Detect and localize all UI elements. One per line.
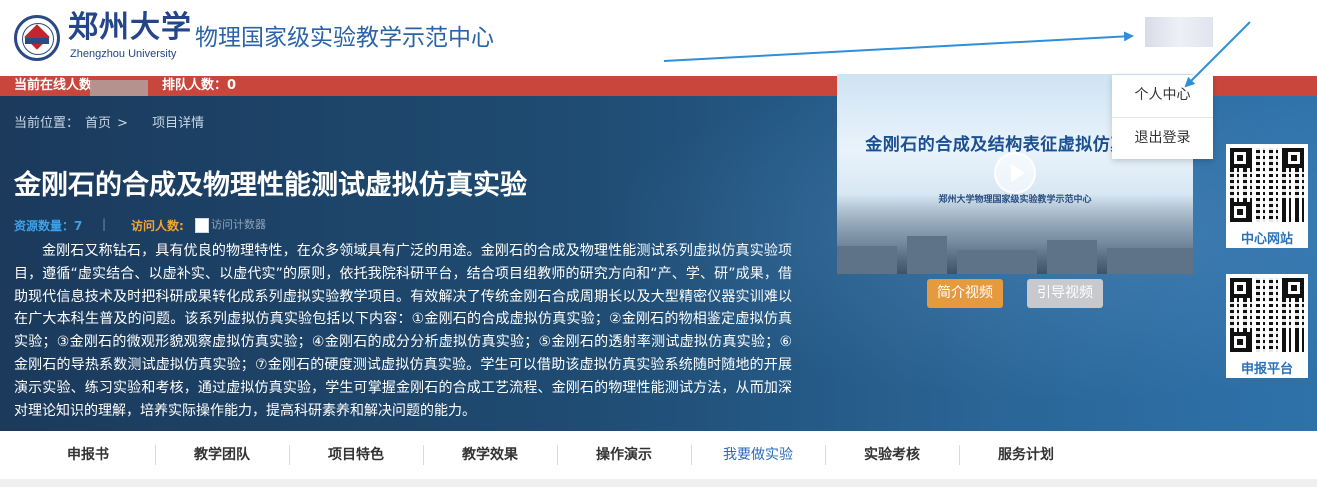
tab-do-experiment[interactable]: 我要做实验 — [691, 431, 825, 479]
breadcrumb: 当前位置： 首页 > 项目详情 — [14, 116, 210, 132]
qr-finder — [1230, 148, 1250, 168]
guide-video-button[interactable]: 引导视频 — [1027, 279, 1103, 308]
visit-counter-image: 访问计数器 — [195, 216, 283, 231]
intro-video-button[interactable]: 简介视频 — [927, 279, 1003, 308]
online-count-label: 当前在线人数 — [14, 78, 93, 93]
queue-count: 排队人数：0 — [162, 78, 237, 93]
qr-finder — [1230, 332, 1250, 352]
nav-bottom-strip — [0, 479, 1317, 487]
user-account-blurred[interactable] — [1145, 17, 1213, 47]
video-skyline-building — [1047, 240, 1097, 274]
apply-platform-label: 申报平台 — [1240, 362, 1293, 377]
site-title[interactable]: 物理国家级实验教学示范中心 — [195, 22, 494, 54]
video-skyline-building — [907, 236, 947, 274]
seal-band — [25, 38, 49, 44]
tab-application[interactable]: 申报书 — [21, 431, 155, 479]
qr-finder — [1284, 278, 1304, 298]
tab-assessment[interactable]: 实验考核 — [825, 431, 959, 479]
qr-finder — [1284, 148, 1304, 168]
qr-finder — [1230, 202, 1250, 222]
user-dropdown-menu: 个人中心 退出登录 — [1112, 75, 1213, 159]
video-subtitle: 郑州大学物理国家级实验教学示范中心 — [938, 195, 1092, 205]
tab-features[interactable]: 项目特色 — [289, 431, 423, 479]
project-description: 金刚石又称钻石，具有优良的物理特性，在众多领域具有广泛的用途。金刚石的合成及物理… — [14, 243, 792, 419]
center-website-qr-code — [1230, 148, 1304, 222]
breadcrumb-separator: > — [117, 116, 128, 131]
center-website-label: 中心网站 — [1240, 232, 1293, 247]
menu-item-logout[interactable]: 退出登录 — [1112, 117, 1213, 157]
qr-finder — [1230, 278, 1250, 298]
qr-pattern — [1230, 302, 1304, 328]
tab-demo[interactable]: 操作演示 — [557, 431, 691, 479]
meta-separator: | — [102, 217, 107, 231]
university-name-en: Zhengzhou University — [70, 48, 177, 60]
project-tab-nav: 申报书 教学团队 项目特色 教学效果 操作演示 我要做实验 实验考核 服务计划 — [0, 431, 1317, 479]
site-header: 郑州大学 Zhengzhou University 物理国家级实验教学示范中心 — [0, 0, 1317, 76]
tab-teaching-results[interactable]: 教学效果 — [423, 431, 557, 479]
breadcrumb-current: 项目详情 — [152, 116, 205, 131]
university-seal-logo[interactable] — [14, 15, 60, 61]
video-skyline-building — [1107, 248, 1193, 274]
apply-platform-qr-card[interactable]: 申报平台 — [1226, 274, 1308, 378]
qr-pattern — [1230, 172, 1304, 198]
tab-service-plan[interactable]: 服务计划 — [959, 431, 1093, 479]
visit-count-label: 访问人数: — [131, 219, 184, 233]
menu-item-personal-center[interactable]: 个人中心 — [1112, 75, 1213, 115]
video-skyline-building — [957, 250, 1037, 274]
apply-platform-qr-code — [1230, 278, 1304, 352]
breadcrumb-label: 当前位置： — [14, 116, 80, 131]
project-title: 金刚石的合成及物理性能测试虚拟仿真实验 — [14, 170, 527, 201]
university-name-cn: 郑州大学 — [68, 10, 192, 45]
breadcrumb-home-link[interactable]: 首页 — [85, 116, 111, 131]
resource-count: 资源数量：7 — [14, 219, 83, 233]
video-skyline-building — [837, 246, 897, 274]
tab-teaching-team[interactable]: 教学团队 — [155, 431, 289, 479]
play-icon[interactable] — [994, 152, 1036, 194]
seal-emblem — [24, 24, 50, 50]
center-website-qr-card[interactable]: 中心网站 — [1226, 144, 1308, 248]
